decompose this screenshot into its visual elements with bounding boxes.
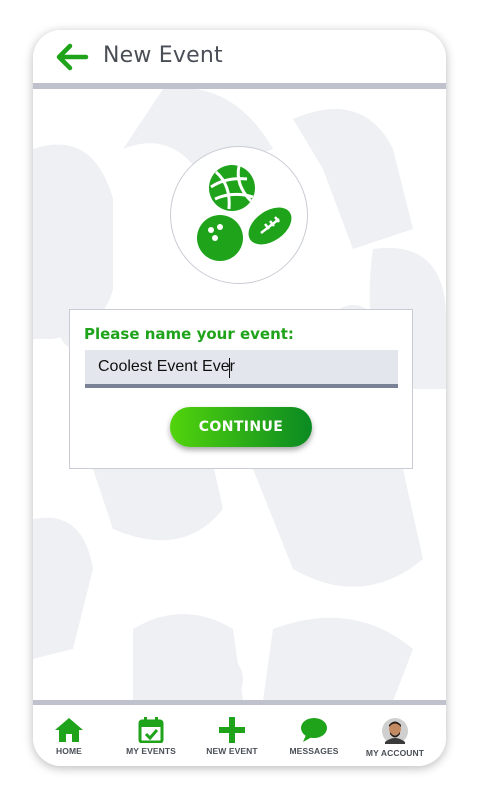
nav-label-my-account: MY ACCOUNT: [365, 748, 425, 758]
page-title: New Event: [103, 43, 223, 68]
back-arrow-icon[interactable]: [55, 40, 89, 74]
nav-item-my-account[interactable]: MY ACCOUNT: [355, 717, 435, 763]
bowling-ball-icon: [197, 215, 243, 261]
nav-item-new-event[interactable]: NEW EVENT: [192, 717, 272, 763]
header-bar: New Event: [33, 30, 446, 84]
nav-item-home[interactable]: HOME: [33, 717, 109, 763]
bottom-nav: HOME MY EVENTS NEW EVENT MESSAGES MY ACC…: [33, 705, 446, 766]
nav-item-my-events[interactable]: MY EVENTS: [111, 717, 191, 763]
plus-icon: [219, 717, 245, 743]
home-icon: [55, 718, 83, 742]
nav-label-new-event: NEW EVENT: [206, 746, 258, 756]
volleyball-icon: [209, 165, 255, 211]
football-icon: [248, 207, 292, 245]
nav-item-messages[interactable]: MESSAGES: [274, 717, 354, 763]
chat-bubble-icon: [301, 718, 327, 742]
text-caret: [229, 358, 230, 378]
event-name-input[interactable]: [85, 350, 398, 388]
nav-label-my-events: MY EVENTS: [126, 746, 176, 756]
nav-label-home: HOME: [56, 746, 82, 756]
phone-frame: New Event Please name your event: Cooles…: [33, 30, 446, 766]
main-content: Please name your event: CONTINUE: [33, 89, 446, 701]
calendar-check-icon: [138, 717, 164, 743]
nav-label-messages: MESSAGES: [289, 746, 339, 756]
event-name-prompt: Please name your event:: [84, 325, 294, 343]
continue-button[interactable]: CONTINUE: [170, 407, 312, 447]
event-name-card: Please name your event: CONTINUE: [69, 309, 413, 469]
sports-illustration: [170, 146, 308, 284]
avatar-icon: [382, 718, 408, 744]
